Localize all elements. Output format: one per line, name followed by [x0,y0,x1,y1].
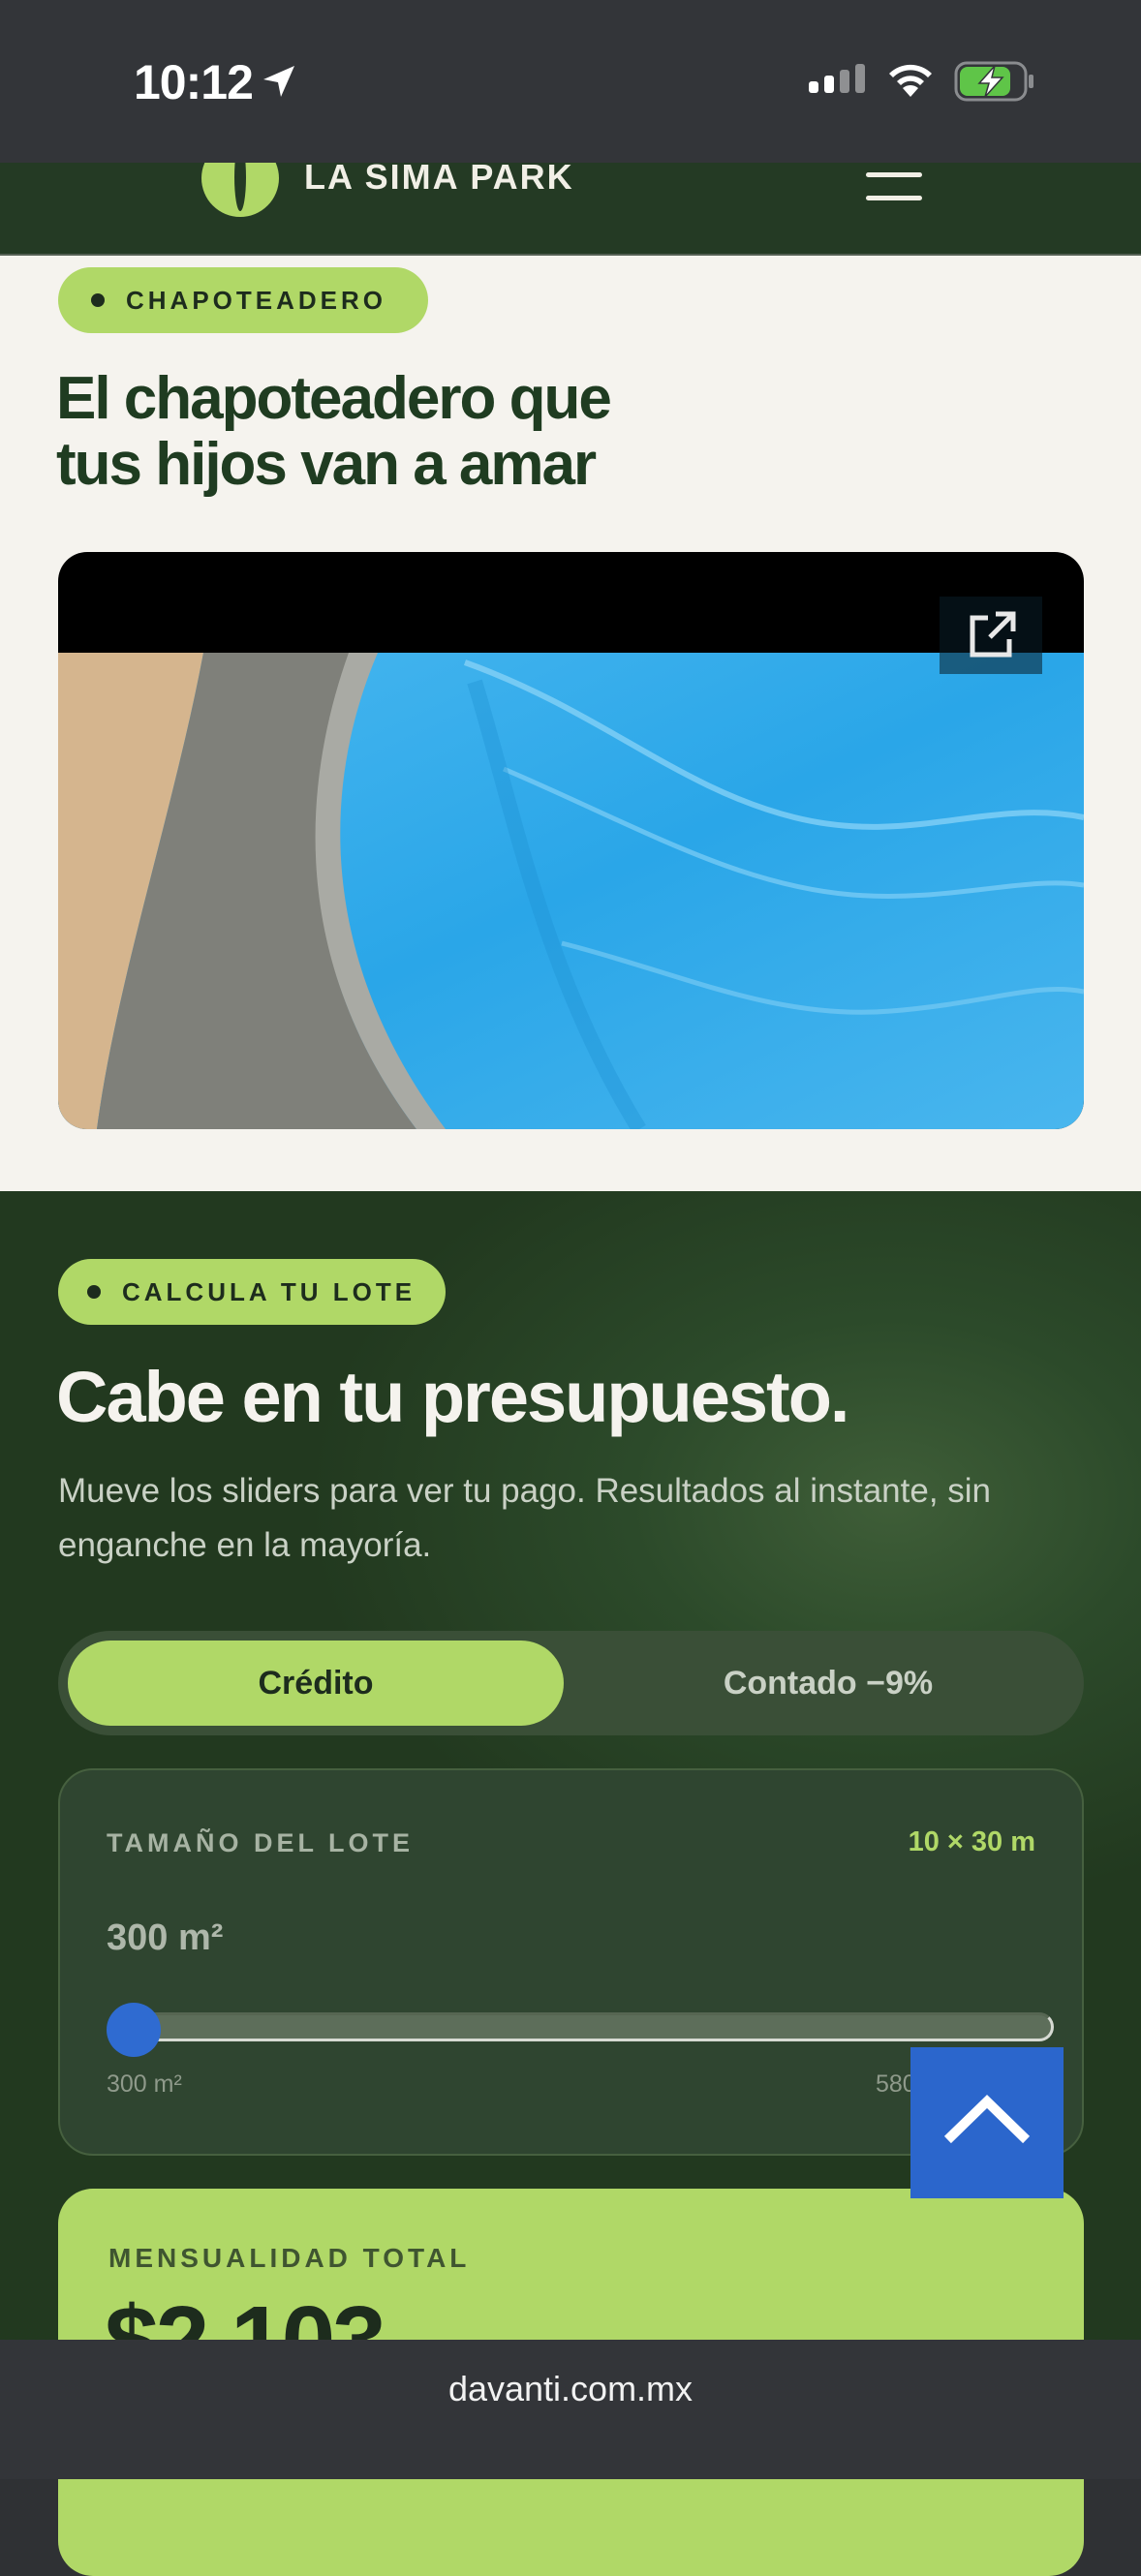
video-player[interactable] [58,552,1084,1129]
battery-charging-icon [954,61,1033,102]
tag-dot-icon [91,293,105,307]
menu-icon[interactable] [866,172,922,201]
wifi-icon [889,64,932,97]
scroll-to-top-button[interactable] [910,2047,1064,2198]
url-text[interactable]: davanti.com.mx [0,2369,1141,2409]
lot-dimensions: 10 × 30 m [908,1826,1035,1857]
tag-label: CALCULA TU LOTE [122,1276,416,1306]
calculator-title: Cabe en tu presupuesto. [56,1357,849,1437]
browser-address-bar[interactable]: davanti.com.mx [0,2340,1141,2479]
tab-contado[interactable]: Contado −9% [581,1641,1075,1726]
monthly-total-label: MENSUALIDAD TOTAL [108,2243,471,2273]
tag-dot-icon [87,1285,101,1299]
lot-size-label: TAMAÑO DEL LOTE [107,1828,414,1857]
range-min-label: 300 m² [107,2070,182,2098]
brand-name[interactable]: LA SIMA PARK [304,157,574,198]
open-external-icon [970,611,1016,658]
status-bar: 10:12 [0,0,1141,163]
title-line: tus hijos van a amar [56,431,597,498]
open-external-button[interactable] [940,597,1042,674]
tag-label: CHAPOTEADERO [126,285,387,315]
lot-size-slider-track[interactable] [114,2012,1054,2041]
cellular-signal-icon [809,64,865,93]
pool-video-frame [58,653,1084,1129]
title-line: El chapoteadero que [56,365,612,432]
lot-size-slider-thumb[interactable] [107,2003,161,2057]
calculator-tag: CALCULA TU LOTE [58,1259,446,1325]
lot-size-value: 300 m² [107,1917,224,1958]
logo-icon[interactable] [201,163,279,217]
payment-type-toggle: Crédito Contado −9% [58,1631,1084,1735]
chevron-up-icon [943,2095,1031,2144]
calculator-subtitle: Mueve los sliders para ver tu pago. Resu… [58,1472,992,1564]
tab-credito[interactable]: Crédito [68,1641,564,1726]
section-title: El chapoteadero que tus hijos van a amar [56,366,792,498]
status-time: 10:12 [134,55,254,109]
chapoteadero-tag: CHAPOTEADERO [58,267,428,333]
location-arrow-icon [263,66,294,97]
